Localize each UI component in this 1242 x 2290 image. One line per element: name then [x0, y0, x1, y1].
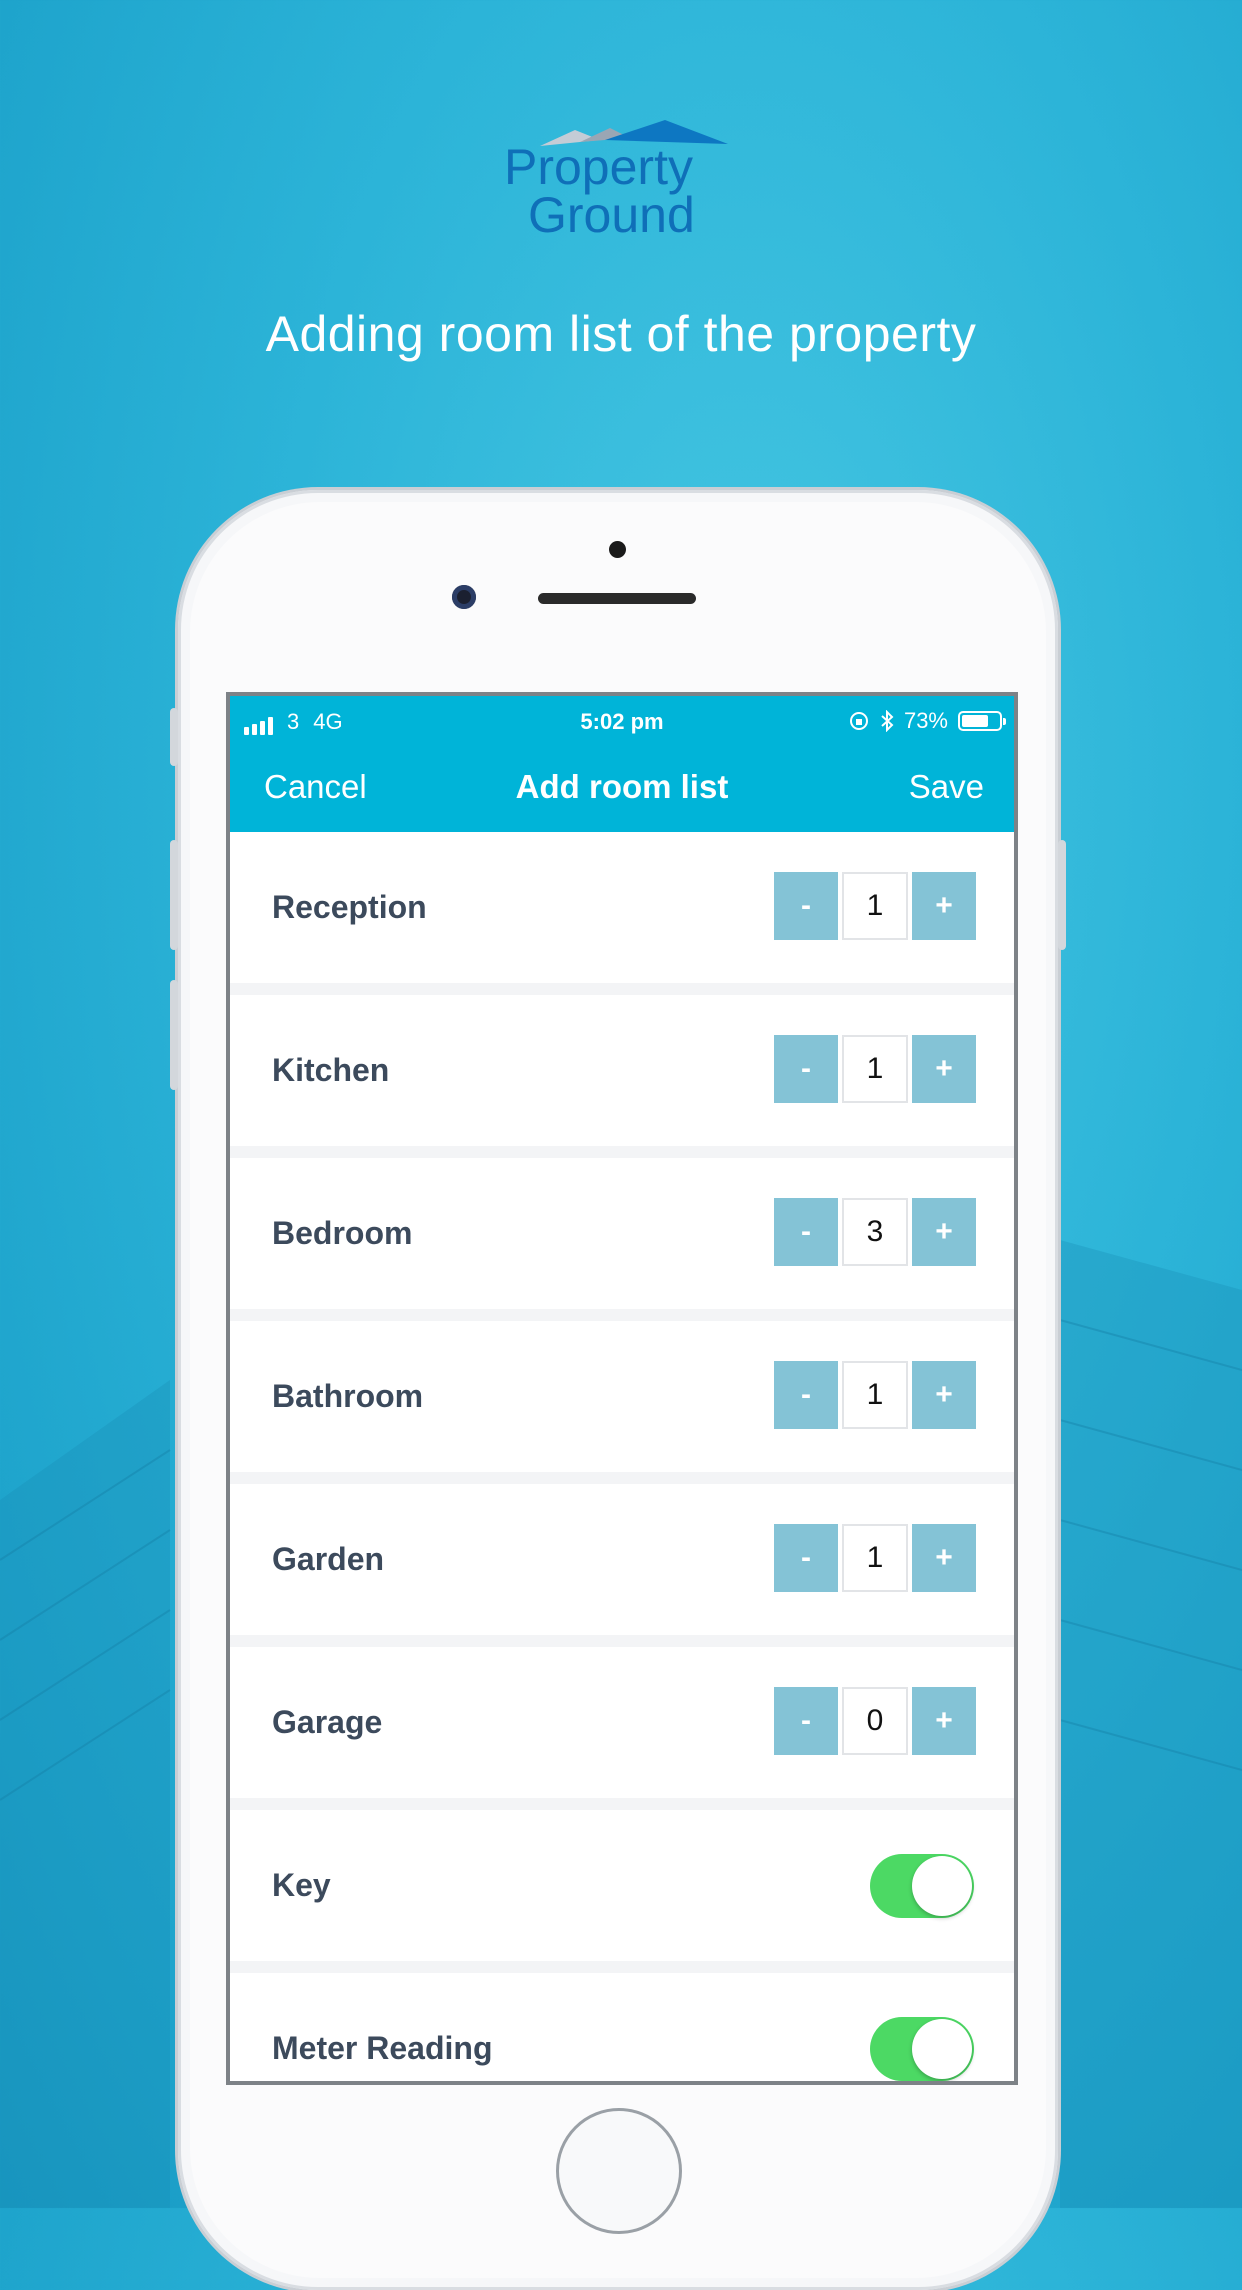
nav-title: Add room list	[515, 768, 729, 805]
room-row-bedroom: Bedroom - 3 +	[230, 1158, 1014, 1309]
room-label: Garden	[272, 1541, 385, 1577]
front-camera	[452, 585, 476, 609]
quantity-stepper: - 1 +	[774, 1361, 976, 1429]
quantity-stepper: - 1 +	[774, 872, 976, 940]
key-toggle[interactable]	[870, 1854, 974, 1918]
room-row-garage: Garage - 0 +	[230, 1647, 1014, 1798]
app-screen: 3 4G 5:02 pm 73% Cancel Add room list Sa…	[226, 692, 1018, 2085]
status-right: 73%	[848, 708, 1006, 734]
toggle-label: Meter Reading	[272, 2030, 493, 2066]
quantity-stepper: - 1 +	[774, 1035, 976, 1103]
quantity-value[interactable]: 1	[842, 872, 908, 940]
battery-icon	[958, 711, 1006, 731]
decrement-button[interactable]: -	[774, 1524, 838, 1592]
increment-button[interactable]: +	[912, 1198, 976, 1266]
quantity-value[interactable]: 3	[842, 1198, 908, 1266]
room-row-reception: Reception - 1 +	[230, 832, 1014, 983]
logo-text-2: Ground	[528, 187, 695, 243]
volume-down-button	[170, 980, 178, 1090]
quantity-value[interactable]: 1	[842, 1035, 908, 1103]
bluetooth-icon	[881, 710, 894, 732]
toggle-row-key: Key	[230, 1810, 1014, 1961]
increment-button[interactable]: +	[912, 1524, 976, 1592]
room-row-garden: Garden - 1 +	[230, 1484, 1014, 1635]
toggle-knob	[912, 2019, 972, 2079]
room-row-bathroom: Bathroom - 1 +	[230, 1321, 1014, 1472]
room-row-kitchen: Kitchen - 1 +	[230, 995, 1014, 1146]
room-list: Reception - 1 + Kitchen - 1 + Bedroom - …	[230, 832, 1014, 2081]
meter-reading-toggle[interactable]	[870, 2017, 974, 2081]
decrement-button[interactable]: -	[774, 872, 838, 940]
property-ground-logo: Property Ground	[504, 120, 728, 243]
battery-level	[962, 715, 988, 727]
quantity-value[interactable]: 0	[842, 1687, 908, 1755]
page-headline: Adding room list of the property	[265, 306, 977, 362]
room-label: Bathroom	[272, 1378, 424, 1414]
quantity-value[interactable]: 1	[842, 1361, 908, 1429]
increment-button[interactable]: +	[912, 1361, 976, 1429]
battery-percent: 73%	[903, 708, 948, 733]
increment-button[interactable]: +	[912, 1687, 976, 1755]
nav-bar: Cancel Add room list Save	[230, 756, 1014, 826]
status-bar: 3 4G 5:02 pm 73%	[230, 696, 1014, 746]
decrement-button[interactable]: -	[774, 1198, 838, 1266]
volume-up-button	[170, 840, 178, 950]
proximity-sensor	[609, 541, 626, 558]
room-label: Garage	[272, 1704, 383, 1740]
power-button	[1058, 840, 1066, 950]
toggle-row-meter-reading: Meter Reading	[230, 1973, 1014, 2081]
increment-button[interactable]: +	[912, 872, 976, 940]
quantity-stepper: - 1 +	[774, 1524, 976, 1592]
quantity-stepper: - 0 +	[774, 1687, 976, 1755]
orientation-lock-icon	[849, 712, 868, 730]
decrement-button[interactable]: -	[774, 1687, 838, 1755]
quantity-value[interactable]: 1	[842, 1524, 908, 1592]
decrement-button[interactable]: -	[774, 1361, 838, 1429]
room-label: Reception	[272, 889, 427, 925]
earpiece-speaker	[538, 593, 696, 604]
decrement-button[interactable]: -	[774, 1035, 838, 1103]
save-button[interactable]: Save	[909, 768, 984, 806]
home-button[interactable]	[556, 2108, 682, 2234]
mute-switch	[170, 708, 178, 766]
room-label: Kitchen	[272, 1052, 390, 1088]
increment-button[interactable]: +	[912, 1035, 976, 1103]
quantity-stepper: - 3 +	[774, 1198, 976, 1266]
room-label: Bedroom	[272, 1215, 413, 1251]
toggle-knob	[912, 1856, 972, 1916]
toggle-label: Key	[272, 1867, 331, 1903]
top-bar: 3 4G 5:02 pm 73% Cancel Add room list Sa…	[230, 696, 1014, 832]
